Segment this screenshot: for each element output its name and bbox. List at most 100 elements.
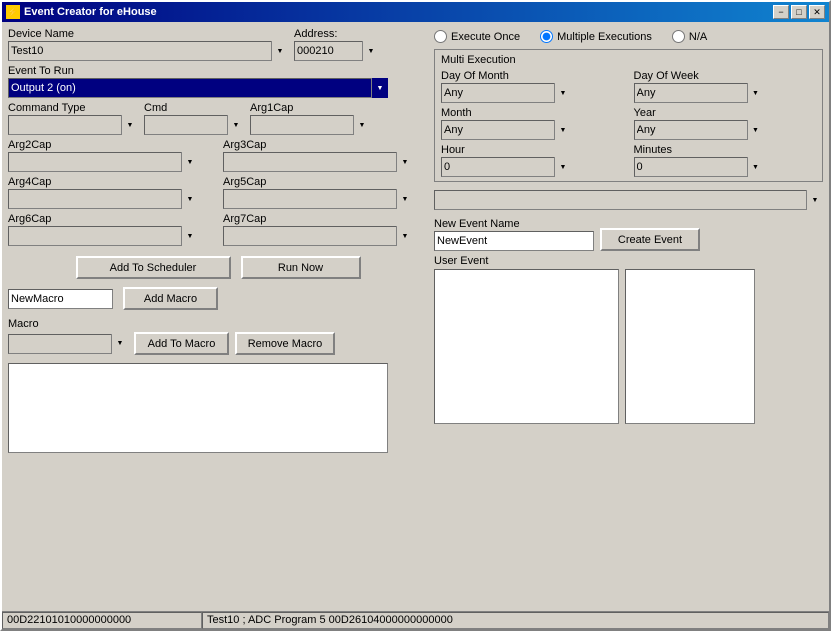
arg4cap-group: Arg4Cap ▼ [8, 176, 213, 209]
cmd-row: Command Type ▼ Cmd [8, 102, 428, 135]
day-of-week-label: Day Of Week [634, 70, 817, 82]
add-to-scheduler-button[interactable]: Add To Scheduler [76, 256, 231, 279]
device-name-label: Device Name [8, 28, 288, 40]
status-bar: 00D22101010000000000 Test10 ; ADC Progra… [2, 611, 829, 629]
arg45-row: Arg4Cap ▼ Arg5Cap [8, 176, 428, 209]
window-title: Event Creator for eHouse [24, 6, 157, 18]
remove-macro-button[interactable]: Remove Macro [235, 332, 335, 355]
new-macro-row: Add Macro [8, 287, 428, 310]
execution-mode-section: Execute Once Multiple Executions N/A [434, 28, 823, 45]
day-of-month-select[interactable]: Any [441, 83, 571, 103]
cmd-select[interactable] [144, 115, 244, 135]
device-name-select[interactable]: Test10 [8, 41, 288, 61]
main-window: ⚡ Event Creator for eHouse − □ ✕ Device … [0, 0, 831, 631]
run-now-button[interactable]: Run Now [241, 256, 361, 279]
month-group: Month Any ▼ [441, 107, 624, 140]
title-buttons: − □ ✕ [773, 5, 825, 19]
user-event-textarea-right[interactable] [625, 269, 755, 424]
year-label: Year [634, 107, 817, 119]
multiple-executions-label: Multiple Executions [557, 31, 652, 43]
arg5cap-select[interactable] [223, 189, 413, 209]
new-event-name-input[interactable] [434, 231, 594, 251]
user-event-section: User Event [434, 255, 823, 424]
address-label: Address: [294, 28, 379, 40]
day-of-week-group: Day Of Week Any ▼ [634, 70, 817, 103]
arg3cap-label: Arg3Cap [223, 139, 428, 151]
minutes-select[interactable]: 0 [634, 157, 764, 177]
arg4cap-label: Arg4Cap [8, 176, 213, 188]
extra-dropdown-group: ▼ [434, 190, 823, 210]
macro-label: Macro [8, 318, 39, 330]
title-bar: ⚡ Event Creator for eHouse − □ ✕ [2, 2, 829, 22]
arg4cap-select[interactable] [8, 189, 198, 209]
execute-once-radio[interactable] [434, 30, 447, 43]
maximize-button[interactable]: □ [791, 5, 807, 19]
close-button[interactable]: ✕ [809, 5, 825, 19]
multiple-executions-radio[interactable] [540, 30, 553, 43]
arg23-row: Arg2Cap ▼ Arg3Cap [8, 139, 428, 172]
new-event-name-group: New Event Name [434, 218, 594, 251]
user-event-label: User Event [434, 255, 488, 267]
add-to-macro-button[interactable]: Add To Macro [134, 332, 229, 355]
multi-execution-label: Multi Execution [441, 54, 816, 66]
multi-exec-grid: Day Of Month Any ▼ Day Of Week [441, 70, 816, 177]
left-panel: Device Name Test10 ▼ Address: 000210 [8, 28, 428, 605]
address-group: Address: 000210 ▼ [294, 28, 379, 61]
address-select[interactable]: 000210 [294, 41, 379, 61]
arg67-row: Arg6Cap ▼ Arg7Cap [8, 213, 428, 246]
new-macro-input[interactable] [8, 289, 113, 309]
execute-once-radio-group: Execute Once [434, 30, 520, 43]
arg7cap-select[interactable] [223, 226, 413, 246]
window-icon: ⚡ [6, 5, 20, 19]
hour-select[interactable]: 0 [441, 157, 571, 177]
arg7cap-group: Arg7Cap ▼ [223, 213, 428, 246]
hour-group: Hour 0 ▼ [441, 144, 624, 177]
minutes-label: Minutes [634, 144, 817, 156]
year-select[interactable]: Any [634, 120, 764, 140]
macro-area: Macro ▼ Add To Macro Remove Macro [8, 318, 428, 355]
minimize-button[interactable]: − [773, 5, 789, 19]
na-radio[interactable] [672, 30, 685, 43]
create-event-button[interactable]: Create Event [600, 228, 700, 251]
event-to-run-label: Event To Run [8, 65, 428, 77]
execute-once-label: Execute Once [451, 31, 520, 43]
arg2cap-group: Arg2Cap ▼ [8, 139, 213, 172]
event-to-run-group: Event To Run Output 2 (on) ▼ [8, 65, 428, 98]
macro-textarea[interactable] [8, 363, 388, 453]
month-label: Month [441, 107, 624, 119]
main-area: Device Name Test10 ▼ Address: 000210 [8, 28, 823, 605]
status-left: 00D22101010000000000 [2, 612, 202, 629]
arg1cap-group: Arg1Cap ▼ [250, 102, 370, 135]
month-select[interactable]: Any [441, 120, 571, 140]
event-to-run-select[interactable]: Output 2 (on) [8, 78, 388, 98]
title-bar-left: ⚡ Event Creator for eHouse [6, 5, 157, 19]
na-radio-group: N/A [672, 30, 707, 43]
arg6cap-label: Arg6Cap [8, 213, 213, 225]
content-area: Device Name Test10 ▼ Address: 000210 [2, 22, 829, 611]
arg1cap-label: Arg1Cap [250, 102, 370, 114]
user-event-area [434, 269, 823, 424]
right-panel: Execute Once Multiple Executions N/A Mul… [434, 28, 823, 605]
arg1cap-select[interactable] [250, 115, 370, 135]
arg3cap-select[interactable] [223, 152, 413, 172]
arg2cap-select[interactable] [8, 152, 198, 172]
device-address-row: Device Name Test10 ▼ Address: 000210 [8, 28, 428, 61]
user-event-textarea-left[interactable] [434, 269, 619, 424]
macro-controls: ▼ Add To Macro Remove Macro [8, 332, 428, 355]
multiple-executions-radio-group: Multiple Executions [540, 30, 652, 43]
arg3cap-group: Arg3Cap ▼ [223, 139, 428, 172]
arg6cap-select[interactable] [8, 226, 198, 246]
day-of-week-select[interactable]: Any [634, 83, 764, 103]
extra-select[interactable] [434, 190, 823, 210]
command-type-select[interactable] [8, 115, 138, 135]
day-of-month-group: Day Of Month Any ▼ [441, 70, 624, 103]
status-right: Test10 ; ADC Program 5 00D26104000000000… [202, 612, 829, 629]
arg5cap-label: Arg5Cap [223, 176, 428, 188]
macro-select[interactable] [8, 334, 128, 354]
year-group: Year Any ▼ [634, 107, 817, 140]
na-label: N/A [689, 31, 707, 43]
add-macro-button[interactable]: Add Macro [123, 287, 218, 310]
command-type-label: Command Type [8, 102, 138, 114]
arg5cap-group: Arg5Cap ▼ [223, 176, 428, 209]
scheduler-row: Add To Scheduler Run Now [8, 256, 428, 279]
